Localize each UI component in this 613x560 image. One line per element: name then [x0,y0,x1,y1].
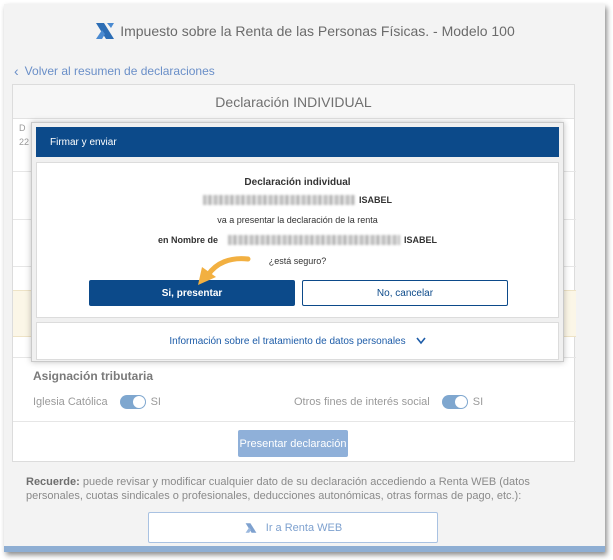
modal-declaration-type: Declaración individual [244,177,351,188]
aeat-logo-icon [96,23,115,39]
pointer-arrow-icon [198,256,251,285]
card-snippet-2: 22 [19,137,30,147]
taxpayer-name-line: ISABEL [37,195,558,205]
privacy-info-link[interactable]: Información sobre el tratamiento de dato… [36,322,559,360]
iglesia-label: Iglesia Católica [33,396,108,408]
modal-presentar-text: va a presentar la declaración de la rent… [217,215,378,225]
on-behalf-prefix: en Nombre de [157,235,218,245]
chevron-left-icon: ‹ [14,63,19,79]
redacted-name [202,195,355,205]
otros-fines-row: Otros fines de interés social SI [294,395,483,409]
reminder-body: puede revisar y modificar cualquier dato… [26,476,530,502]
back-link-label: Volver al resumen de declaraciones [24,64,215,78]
bottom-bar [4,546,605,552]
asignacion-title: Asignación tributaria [33,369,154,383]
card-snippet-1: D [19,123,26,133]
page-title: Impuesto sobre la Renta de las Personas … [120,23,515,39]
otros-fines-value: SI [472,396,484,408]
represented-first-name: ISABEL [404,235,438,245]
on-behalf-line: en Nombre de ISABEL [37,235,558,245]
present-declaration-button[interactable]: Presentar declaración [238,430,348,457]
iglesia-row: Iglesia Católica SI [33,395,161,409]
otros-fines-toggle[interactable] [441,395,468,409]
declaration-card-title: Declaración INDIVIDUAL [13,85,574,119]
back-to-summary-link[interactable]: ‹ Volver al resumen de declaraciones [14,64,215,78]
chevron-down-icon [416,337,426,345]
iglesia-toggle[interactable] [119,395,146,409]
modal-body: Declaración individual ISABEL va a prese… [36,162,559,318]
page-header: Impuesto sobre la Renta de las Personas … [4,4,605,58]
redacted-name [228,235,400,245]
reminder-text: Recuerde: puede revisar y modificar cual… [26,475,586,503]
app-window: Impuesto sobre la Renta de las Personas … [4,4,605,552]
privacy-info-label: Información sobre el tratamiento de dato… [169,335,406,347]
renta-web-label: Ir a Renta WEB [265,521,343,534]
go-to-renta-web-button[interactable]: Ir a Renta WEB [148,512,438,543]
sign-and-send-modal: Firmar y enviar Declaración individual I… [31,122,564,362]
card-divider [13,421,576,422]
otros-fines-label: Otros fines de interés social [294,396,430,408]
modal-header: Firmar y enviar [36,127,559,157]
confirm-question: ¿está seguro? [268,256,327,266]
cancel-button[interactable]: No, cancelar [302,280,508,306]
reminder-bold: Recuerde: [26,476,80,488]
aeat-logo-icon [245,522,257,533]
iglesia-value: SI [150,396,161,408]
taxpayer-first-name: ISABEL [358,195,392,205]
